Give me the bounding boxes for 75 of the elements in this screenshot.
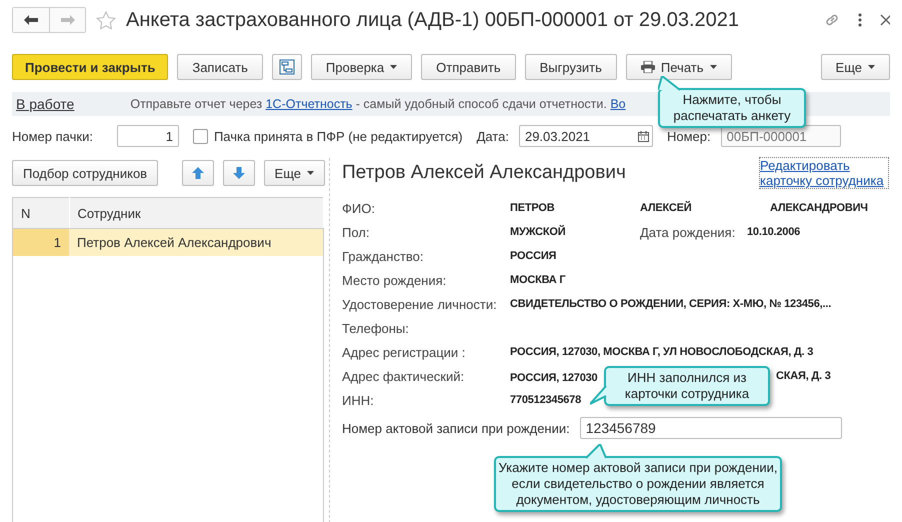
edit-employee-link[interactable]: Редактировать карточку сотрудника — [760, 158, 888, 188]
caret-icon — [710, 65, 716, 69]
field-label: Телефоны: — [342, 320, 410, 336]
field-value: СКАЯ, Д. 3 — [776, 370, 831, 382]
date-field[interactable]: 29.03.2021 — [518, 125, 653, 147]
calendar-icon[interactable] — [638, 130, 649, 142]
structure-button[interactable] — [272, 54, 302, 80]
field-value: МОСКВА Г — [510, 274, 566, 286]
field-value: МУЖСКОЙ — [510, 226, 566, 238]
toolbar-button[interactable]: Отправить — [421, 54, 516, 80]
field-value: 770512345678 — [510, 394, 582, 406]
field-label: ФИО: — [342, 200, 376, 216]
field-value: РОССИЯ, 127030 — [510, 372, 598, 384]
field-label: Дата рождения: — [640, 224, 736, 240]
caret-icon — [307, 171, 314, 175]
field-label: Адрес фактический: — [342, 368, 466, 384]
info-message: Отправьте отчет через 1С-Отчетность - самый удобный способ сдачи отчетности. Во — [130, 97, 626, 111]
post-and-close-button[interactable]: Провести и закрыть — [12, 54, 168, 80]
field-value: СВИДЕТЕЛЬСТВО О РОЖДЕНИИ, СЕРИЯ: Х-МЮ, № 123456,... — [510, 298, 832, 310]
field-label: Гражданство: — [342, 248, 425, 264]
field-value: ПЕТРОВ — [510, 202, 556, 214]
up-arrow-icon — [190, 166, 205, 180]
star-icon[interactable] — [96, 10, 116, 30]
toolbar-button[interactable]: Записать — [177, 54, 263, 80]
employee-heading: Петров Алексей Александрович — [342, 162, 626, 184]
callout-pointer — [658, 76, 682, 92]
field-label: Пол: — [342, 224, 370, 240]
toolbar-button[interactable]: Подбор сотрудников — [12, 160, 158, 186]
field-value: РОССИЯ — [510, 250, 556, 262]
checkbox[interactable] — [192, 128, 208, 144]
move-up-button[interactable] — [182, 160, 214, 186]
checkbox-label: Пачка принята в ПФР (не редактируется) — [214, 128, 463, 144]
field-label: Номер: — [666, 128, 711, 144]
field-label: ИНН: — [342, 392, 375, 408]
back-arrow-icon — [24, 15, 38, 25]
move-down-button[interactable] — [222, 160, 255, 186]
table-cell: Петров Алексей Александрович — [69, 228, 324, 256]
caret-icon — [868, 65, 875, 69]
toolbar-button[interactable]: Выгрузить — [524, 54, 617, 80]
link[interactable]: 1С-Отчетность — [266, 97, 352, 111]
field-label: Номер пачки: — [12, 128, 93, 144]
birth-record-field[interactable]: 123456789 — [580, 417, 842, 439]
printer-icon — [640, 61, 655, 73]
pack-number-field[interactable]: 1 — [116, 125, 179, 147]
table-cell: 1 — [12, 228, 69, 256]
dropdown-button[interactable]: Проверка — [310, 54, 412, 80]
field-value: АЛЕКСАНДРОВИЧ — [770, 202, 869, 214]
link[interactable]: Во — [610, 97, 626, 111]
caret-icon — [390, 65, 398, 69]
forward-arrow-icon — [60, 15, 74, 25]
hierarchy-icon — [278, 59, 295, 75]
field-label: Удостоверение личности: — [342, 296, 498, 312]
field-label: Место рождения: — [342, 272, 448, 288]
print-button[interactable]: Печать — [626, 54, 732, 80]
more-button[interactable]: Еще — [820, 54, 890, 80]
back-button[interactable] — [13, 8, 49, 32]
field-value: 10.10.2006 — [747, 226, 800, 238]
column-header[interactable]: N — [12, 198, 69, 228]
more-button[interactable]: Еще — [264, 160, 325, 186]
close-icon[interactable] — [880, 14, 890, 26]
more-options-icon[interactable] — [858, 13, 862, 27]
number-field[interactable]: 00БП-000001 — [720, 125, 841, 147]
field-label: Номер актовой записи при рождении: — [342, 420, 570, 436]
field-value: РОССИЯ, 127030, МОСКВА Г, УЛ НОВОСЛОБОДСКАЯ, Д. 3 — [510, 346, 814, 358]
field-label: Адрес регистрации : — [342, 344, 466, 360]
callout-pointer — [586, 444, 608, 460]
down-arrow-icon — [232, 166, 246, 180]
field-value: АЛЕКСЕЙ — [640, 202, 692, 214]
link-icon[interactable] — [824, 12, 840, 28]
status-link[interactable]: В работе — [16, 96, 74, 112]
table-row[interactable]: 1 Петров Алексей Александрович — [12, 228, 324, 256]
callout-pointer — [590, 386, 608, 406]
field-label: Дата: — [476, 128, 509, 144]
column-header[interactable]: Сотрудник — [69, 198, 324, 228]
window-title: Анкета застрахованного лица (АДВ-1) 00БП-000001 от 29.03.2021 — [126, 8, 740, 32]
